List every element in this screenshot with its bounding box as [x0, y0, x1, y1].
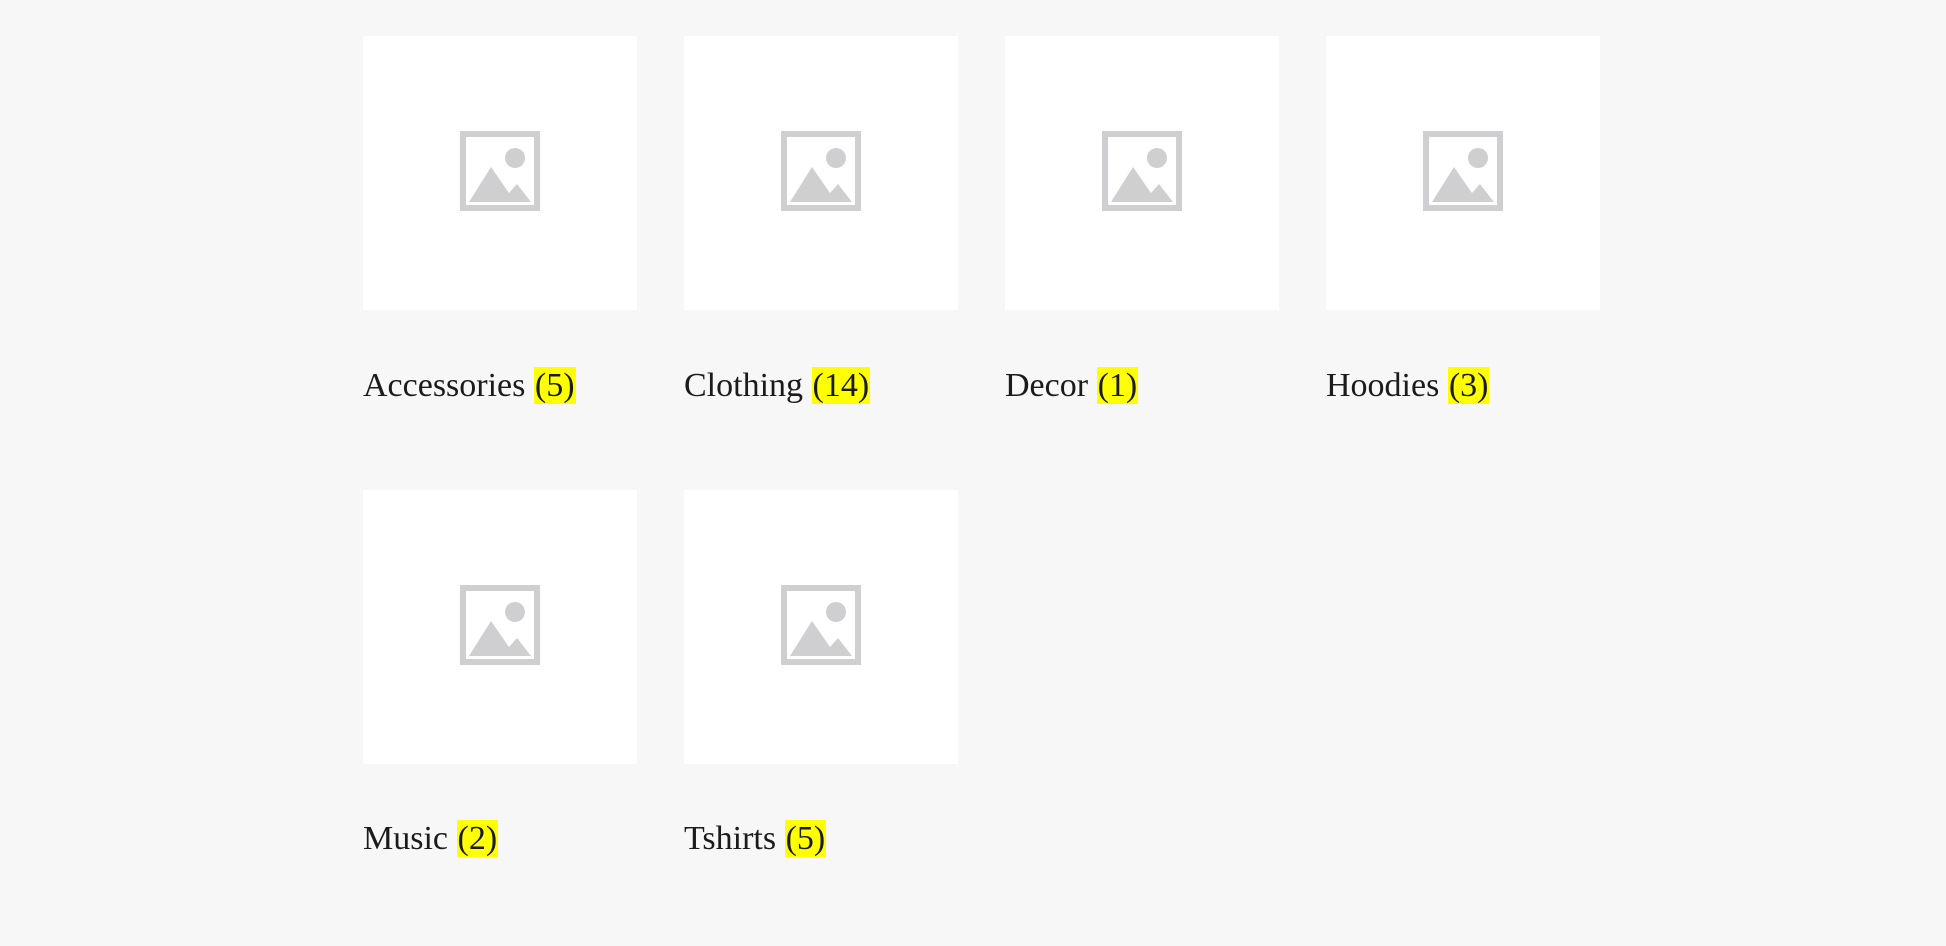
image-placeholder-icon — [1423, 130, 1503, 216]
category-card-hoodies[interactable]: Hoodies (3) — [1326, 36, 1600, 404]
category-label: Decor (1) — [1005, 367, 1139, 404]
image-placeholder-icon — [460, 584, 540, 670]
category-card-tshirts[interactable]: Tshirts (5) — [684, 490, 958, 858]
category-thumbnail[interactable] — [684, 490, 958, 765]
category-card-decor[interactable]: Decor (1) — [1005, 36, 1279, 404]
category-thumbnail[interactable] — [363, 36, 637, 310]
category-card-clothing[interactable]: Clothing (14) — [684, 36, 958, 404]
category-count: (14) — [811, 367, 871, 404]
category-thumbnail[interactable] — [1005, 36, 1279, 310]
category-count: (1) — [1096, 367, 1139, 404]
category-name: Decor — [1005, 367, 1089, 404]
image-placeholder-icon — [1102, 130, 1182, 216]
image-placeholder-icon — [781, 584, 861, 670]
category-row: Music (2) Tshirts (5) — [0, 490, 1946, 858]
category-name: Clothing — [684, 367, 804, 404]
category-label: Music (2) — [363, 820, 499, 858]
category-card-accessories[interactable]: Accessories (5) — [363, 36, 637, 404]
category-count: (5) — [784, 820, 827, 858]
category-name: Music — [363, 820, 448, 858]
category-name: Tshirts — [684, 820, 777, 858]
category-count: (2) — [456, 820, 499, 858]
category-name: Accessories — [363, 367, 526, 404]
category-label: Clothing (14) — [684, 367, 871, 404]
category-grid: Accessories (5) Clothing (14) Decor (1) … — [0, 0, 1946, 946]
category-thumbnail[interactable] — [1326, 36, 1600, 310]
category-name: Hoodies — [1326, 367, 1440, 404]
category-label: Accessories (5) — [363, 367, 576, 404]
category-thumbnail[interactable] — [684, 36, 958, 310]
category-label: Tshirts (5) — [684, 820, 827, 858]
image-placeholder-icon — [460, 130, 540, 216]
category-row: Accessories (5) Clothing (14) Decor (1) … — [0, 36, 1946, 404]
category-thumbnail[interactable] — [363, 490, 637, 765]
category-count: (3) — [1447, 367, 1490, 404]
category-card-music[interactable]: Music (2) — [363, 490, 637, 858]
category-count: (5) — [533, 367, 576, 404]
image-placeholder-icon — [781, 130, 861, 216]
category-label: Hoodies (3) — [1326, 367, 1490, 404]
